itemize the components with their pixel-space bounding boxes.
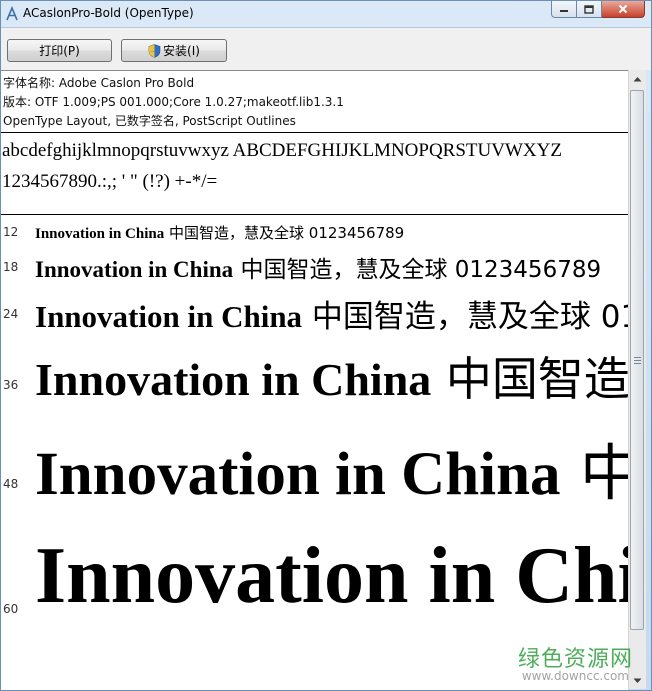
print-button-label: 打印(P)	[39, 44, 80, 58]
size-label: 48	[3, 477, 19, 491]
charset-letters: abcdefghijklmnopqrstuvwxyz ABCDEFGHIJKLM…	[2, 140, 562, 161]
scroll-up-icon	[633, 76, 642, 81]
sample-latin: Innovation in China	[35, 299, 303, 334]
grip-line	[634, 363, 641, 364]
charset-digits: 1234567890.:,; ' " (!?) +-*/=	[2, 171, 218, 192]
scroll-down-icon	[633, 678, 642, 683]
sample-cjk: 中国	[561, 438, 628, 509]
install-button[interactable]: 安装(I)	[121, 39, 227, 62]
grip-line	[634, 357, 641, 358]
grip-line	[634, 360, 641, 361]
minimize-icon	[560, 10, 568, 12]
sample-text: Innovation in China 中国智造	[35, 343, 628, 409]
divider	[1, 214, 628, 215]
print-button[interactable]: 打印(P)	[7, 39, 112, 62]
close-icon	[618, 4, 628, 14]
window-controls	[551, 1, 645, 19]
sample-latin: Innovation in China	[35, 257, 234, 282]
font-preview-area: 字体名称: Adobe Caslon Pro Bold 版本: OTF 1.00…	[1, 70, 628, 690]
sample-text: Innovation in China	[35, 528, 628, 622]
sample-cjk: 中国智造，慧及全球 0123456789	[164, 224, 405, 242]
font-name-info: 字体名称: Adobe Caslon Pro Bold	[3, 76, 195, 90]
sample-latin: Innovation in China	[35, 441, 561, 508]
uac-shield-icon	[148, 43, 161, 58]
maximize-icon	[584, 4, 594, 14]
toolbar: 打印(P) 安装(I)	[1, 27, 651, 70]
scroll-down-button[interactable]	[629, 672, 646, 689]
size-label: 60	[3, 602, 19, 616]
vertical-scrollbar[interactable]	[628, 70, 646, 689]
minimize-button[interactable]	[551, 1, 577, 18]
sample-cjk: 中国智造	[431, 352, 628, 406]
maximize-button[interactable]	[577, 1, 602, 18]
title-bar: ACaslonPro-Bold (OpenType)	[1, 1, 651, 27]
font-app-icon	[6, 6, 18, 21]
scroll-up-button[interactable]	[629, 70, 646, 87]
size-label: 24	[3, 307, 19, 321]
sample-text: Innovation in China 中国	[35, 423, 628, 512]
close-button[interactable]	[602, 1, 645, 18]
sample-text: Innovation in China 中国智造，慧及全球 0123456789	[35, 250, 601, 284]
sample-text: Innovation in China 中国智造，慧及全球 0123456789	[35, 291, 628, 336]
size-label: 36	[3, 378, 19, 392]
window-title: ACaslonPro-Bold (OpenType)	[23, 6, 194, 20]
divider	[1, 132, 628, 133]
install-button-label: 安装(I)	[163, 44, 200, 58]
font-viewer-window: ACaslonPro-Bold (OpenType) 打印(P) 安装(I) 字…	[0, 0, 652, 691]
sample-cjk: 中国智造，慧及全球 0123456789	[311, 299, 628, 335]
size-label: 12	[3, 225, 19, 239]
font-version-info: 版本: OTF 1.009;PS 001.000;Core 1.0.27;mak…	[3, 95, 344, 109]
sample-latin: Innovation in China	[35, 354, 432, 405]
sample-text: Innovation in China 中国智造，慧及全球 0123456789	[35, 222, 404, 243]
sample-latin: Innovation in China	[35, 532, 628, 620]
sample-cjk: 中国智造，慧及全球 0123456789	[233, 257, 602, 283]
size-label: 18	[3, 260, 19, 274]
sample-latin: Innovation in China	[35, 226, 165, 242]
scrollbar-thumb[interactable]	[630, 90, 644, 630]
watermark-url: www.downcc.com	[521, 669, 629, 683]
font-type-info: OpenType Layout, 已数字签名, PostScript Outli…	[3, 114, 296, 128]
